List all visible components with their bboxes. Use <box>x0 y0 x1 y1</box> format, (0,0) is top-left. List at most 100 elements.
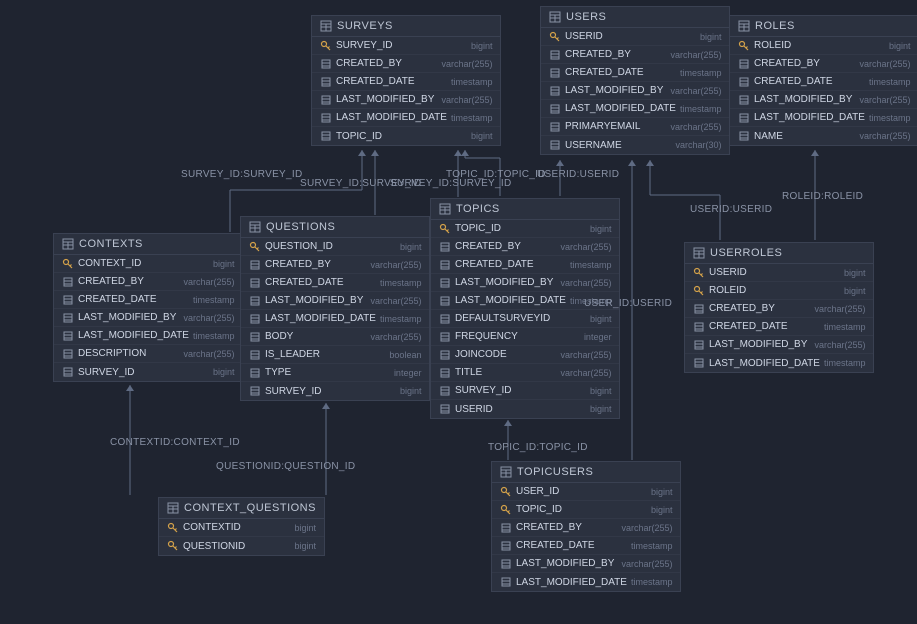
column-name: LAST_MODIFIED_DATE <box>265 313 376 324</box>
fk-label: USERID:USERID <box>537 169 619 180</box>
column-name: DEFAULTSURVEYID <box>455 313 586 324</box>
column-row[interactable]: CREATED_BYvarchar(255) <box>54 273 242 291</box>
table-header[interactable]: USERROLES <box>685 243 873 264</box>
table-icon <box>167 502 179 514</box>
column-row[interactable]: CREATED_DATEtimestamp <box>685 318 873 336</box>
table-header[interactable]: USERS <box>541 7 729 28</box>
column-row[interactable]: LAST_MODIFIED_DATEtimestamp <box>312 109 500 127</box>
column-row[interactable]: LAST_MODIFIED_BYvarchar(255) <box>541 82 729 100</box>
column-row[interactable]: CREATED_DATEtimestamp <box>241 274 429 292</box>
table-header[interactable]: TOPICS <box>431 199 619 220</box>
column-type: timestamp <box>869 113 911 123</box>
column-row[interactable]: USERIDbigint <box>541 28 729 46</box>
column-row[interactable]: JOINCODEvarchar(255) <box>431 346 619 364</box>
table-topicusers[interactable]: TOPICUSERSUSER_IDbigintTOPIC_IDbigintCRE… <box>491 461 681 592</box>
table-users[interactable]: USERSUSERIDbigintCREATED_BYvarchar(255)C… <box>540 6 730 155</box>
column-row[interactable]: LAST_MODIFIED_DATEtimestamp <box>54 327 242 345</box>
column-row[interactable]: DEFAULTSURVEYIDbigint <box>431 310 619 328</box>
column-row[interactable]: LAST_MODIFIED_BYvarchar(255) <box>54 309 242 327</box>
column-type: bigint <box>590 224 612 234</box>
fk-label: QUESTIONID:QUESTION_ID <box>216 461 355 472</box>
column-row[interactable]: CREATED_DATEtimestamp <box>730 73 917 91</box>
column-row[interactable]: CREATED_DATEtimestamp <box>54 291 242 309</box>
column-row[interactable]: CREATED_DATEtimestamp <box>541 64 729 82</box>
column-row[interactable]: SURVEY_IDbigint <box>54 363 242 381</box>
column-row[interactable]: CREATED_DATEtimestamp <box>431 256 619 274</box>
column-row[interactable]: CREATED_BYvarchar(255) <box>492 519 680 537</box>
column-row[interactable]: IS_LEADERboolean <box>241 346 429 364</box>
column-name: USERID <box>565 31 696 42</box>
column-row[interactable]: LAST_MODIFIED_BYvarchar(255) <box>492 555 680 573</box>
column-row[interactable]: LAST_MODIFIED_DATEtimestamp <box>541 100 729 118</box>
column-row[interactable]: NAMEvarchar(255) <box>730 127 917 145</box>
table-header[interactable]: CONTEXTS <box>54 234 242 255</box>
table-header[interactable]: TOPICUSERS <box>492 462 680 483</box>
table-header[interactable]: ROLES <box>730 16 917 37</box>
column-icon <box>249 331 261 343</box>
column-row[interactable]: DESCRIPTIONvarchar(255) <box>54 345 242 363</box>
column-icon <box>439 331 451 343</box>
column-row[interactable]: SURVEY_IDbigint <box>241 382 429 400</box>
column-row[interactable]: CREATED_BYvarchar(255) <box>685 300 873 318</box>
column-name: CREATED_BY <box>709 303 810 314</box>
column-type: bigint <box>590 404 612 414</box>
column-row[interactable]: TITLEvarchar(255) <box>431 364 619 382</box>
column-type: timestamp <box>570 260 612 270</box>
table-userroles[interactable]: USERROLESUSERIDbigintROLEIDbigintCREATED… <box>684 242 874 373</box>
column-row[interactable]: USERIDbigint <box>685 264 873 282</box>
column-row[interactable]: CONTEXTIDbigint <box>159 519 324 537</box>
column-row[interactable]: QUESTION_IDbigint <box>241 238 429 256</box>
column-row[interactable]: CREATED_BYvarchar(255) <box>730 55 917 73</box>
column-row[interactable]: CONTEXT_IDbigint <box>54 255 242 273</box>
table-surveys[interactable]: SURVEYSSURVEY_IDbigintCREATED_BYvarchar(… <box>311 15 501 146</box>
column-row[interactable]: USER_IDbigint <box>492 483 680 501</box>
table-roles[interactable]: ROLESROLEIDbigintCREATED_BYvarchar(255)C… <box>729 15 917 146</box>
column-row[interactable]: CREATED_BYvarchar(255) <box>241 256 429 274</box>
column-row[interactable]: TOPIC_IDbigint <box>312 127 500 145</box>
column-name: FREQUENCY <box>455 331 580 342</box>
column-row[interactable]: CREATED_DATEtimestamp <box>492 537 680 555</box>
column-icon <box>249 385 261 397</box>
key-icon <box>738 40 750 52</box>
column-row[interactable]: LAST_MODIFIED_BYvarchar(255) <box>685 336 873 354</box>
column-row[interactable]: TOPIC_IDbigint <box>492 501 680 519</box>
column-row[interactable]: CREATED_BYvarchar(255) <box>312 55 500 73</box>
column-row[interactable]: ROLEIDbigint <box>730 37 917 55</box>
column-row[interactable]: PRIMARYEMAILvarchar(255) <box>541 118 729 136</box>
column-type: varchar(255) <box>370 260 421 270</box>
column-row[interactable]: LAST_MODIFIED_BYvarchar(255) <box>730 91 917 109</box>
column-row[interactable]: ROLEIDbigint <box>685 282 873 300</box>
column-type: timestamp <box>869 77 911 87</box>
column-row[interactable]: LAST_MODIFIED_DATEtimestamp <box>492 573 680 591</box>
column-type: timestamp <box>680 68 722 78</box>
column-row[interactable]: SURVEY_IDbigint <box>431 382 619 400</box>
column-row[interactable]: LAST_MODIFIED_BYvarchar(255) <box>312 91 500 109</box>
table-contexts[interactable]: CONTEXTSCONTEXT_IDbigintCREATED_BYvarcha… <box>53 233 243 382</box>
column-icon <box>738 112 750 124</box>
column-row[interactable]: LAST_MODIFIED_BYvarchar(255) <box>241 292 429 310</box>
column-row[interactable]: CREATED_DATEtimestamp <box>312 73 500 91</box>
column-row[interactable]: TOPIC_IDbigint <box>431 220 619 238</box>
column-row[interactable]: LAST_MODIFIED_DATEtimestamp <box>241 310 429 328</box>
column-row[interactable]: TYPEinteger <box>241 364 429 382</box>
table-header[interactable]: CONTEXT_QUESTIONS <box>159 498 324 519</box>
column-row[interactable]: LAST_MODIFIED_DATEtimestamp <box>685 354 873 372</box>
column-row[interactable]: BODYvarchar(255) <box>241 328 429 346</box>
column-type: bigint <box>844 286 866 296</box>
column-row[interactable]: CREATED_BYvarchar(255) <box>431 238 619 256</box>
column-icon <box>738 76 750 88</box>
table-header[interactable]: QUESTIONS <box>241 217 429 238</box>
column-row[interactable]: CREATED_BYvarchar(255) <box>541 46 729 64</box>
table-header[interactable]: SURVEYS <box>312 16 500 37</box>
column-row[interactable]: FREQUENCYinteger <box>431 328 619 346</box>
column-row[interactable]: SURVEY_IDbigint <box>312 37 500 55</box>
column-row[interactable]: USERNAMEvarchar(30) <box>541 136 729 154</box>
column-name: LAST_MODIFIED_DATE <box>709 358 820 369</box>
table-context_questions[interactable]: CONTEXT_QUESTIONSCONTEXTIDbigintQUESTION… <box>158 497 325 556</box>
key-icon <box>500 504 512 516</box>
table-questions[interactable]: QUESTIONSQUESTION_IDbigintCREATED_BYvarc… <box>240 216 430 401</box>
column-row[interactable]: LAST_MODIFIED_DATEtimestamp <box>730 109 917 127</box>
column-row[interactable]: USERIDbigint <box>431 400 619 418</box>
column-row[interactable]: QUESTIONIDbigint <box>159 537 324 555</box>
column-row[interactable]: LAST_MODIFIED_BYvarchar(255) <box>431 274 619 292</box>
